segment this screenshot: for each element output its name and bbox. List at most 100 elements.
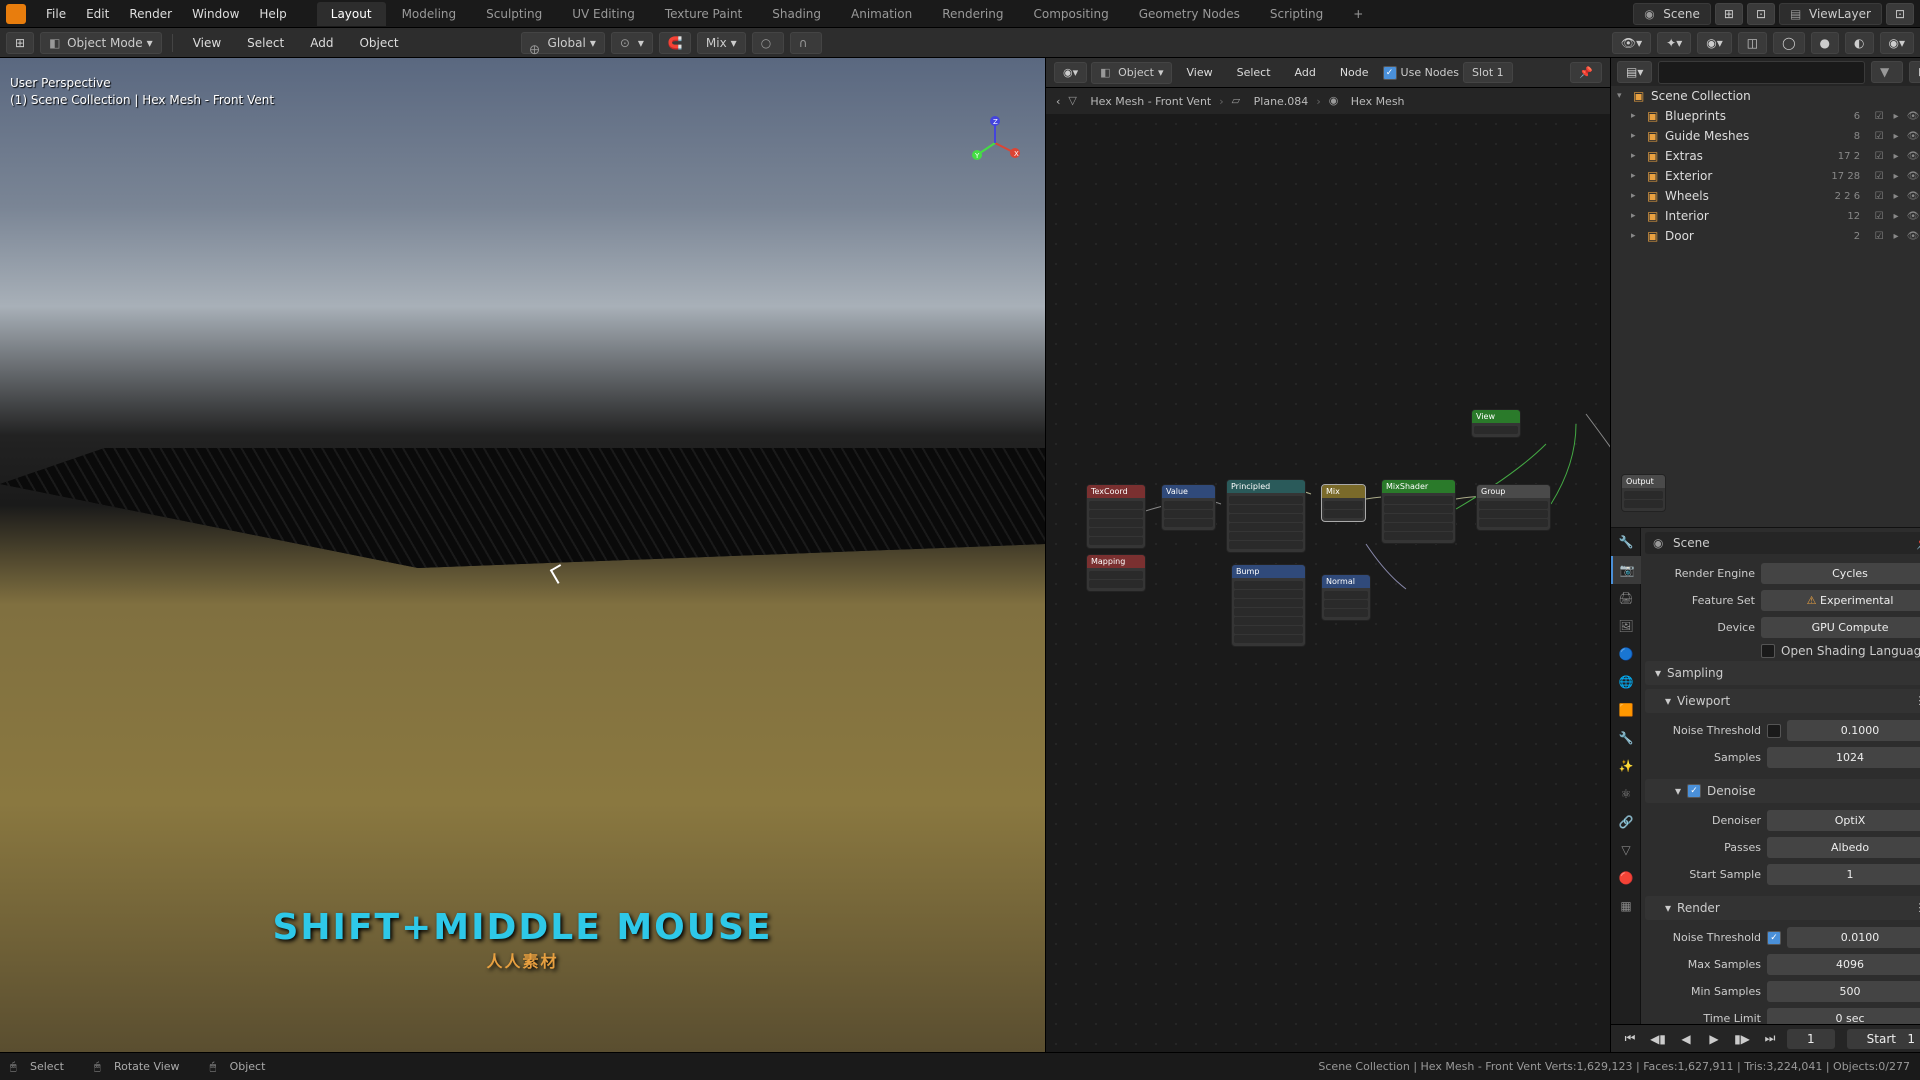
scene-selector[interactable]: ◉Scene [1633, 3, 1711, 25]
menu-help[interactable]: Help [249, 3, 296, 25]
visibility-icon[interactable]: 👁 [1906, 149, 1920, 163]
ptab-viewlayer[interactable]: 🖼 [1611, 612, 1641, 640]
outliner-item-wheels[interactable]: ▸ ▣ Wheels 2 2 6 ☑ ▸ 👁 📷 [1611, 186, 1920, 206]
node-pin-button[interactable]: 📌 [1570, 62, 1602, 83]
selectable-icon[interactable]: ▸ [1889, 129, 1903, 143]
shade-wire-button[interactable]: ◯ [1773, 32, 1804, 54]
pin-icon[interactable]: 📌 [1916, 536, 1920, 550]
selectable-icon[interactable]: ▸ [1889, 209, 1903, 223]
view-menu[interactable]: View [183, 32, 231, 54]
r-min-field[interactable]: 500 [1767, 981, 1920, 1002]
selectable-icon[interactable]: ▸ [1889, 169, 1903, 183]
viewport-section-header[interactable]: ▾Viewport☰ [1645, 689, 1920, 713]
node-mapping[interactable]: Mapping [1086, 554, 1146, 592]
keyframe-prev-button[interactable]: ◀▮ [1647, 1029, 1669, 1049]
passes-dropdown[interactable]: Albedo [1767, 837, 1920, 858]
visibility-icon[interactable]: 👁 [1906, 209, 1920, 223]
selectable-icon[interactable]: ▸ [1889, 109, 1903, 123]
breadcrumb-material[interactable]: Hex Mesh [1351, 95, 1405, 108]
menu-window[interactable]: Window [182, 3, 249, 25]
menu-render[interactable]: Render [119, 3, 182, 25]
exclude-checkbox[interactable]: ☑ [1872, 189, 1886, 203]
exclude-checkbox[interactable]: ☑ [1872, 149, 1886, 163]
keyframe-next-button[interactable]: ▮▶ [1731, 1029, 1753, 1049]
ptab-material[interactable]: 🔴 [1611, 864, 1641, 892]
node-view-menu[interactable]: View [1176, 62, 1222, 83]
node-group[interactable]: Group [1476, 484, 1551, 531]
ptab-world[interactable]: 🌐 [1611, 668, 1641, 696]
visibility-icon[interactable]: 👁 [1906, 169, 1920, 183]
ptab-output[interactable]: 🖨 [1611, 584, 1641, 612]
tab-shading[interactable]: Shading [758, 2, 835, 26]
visibility-icon[interactable]: 👁 [1906, 229, 1920, 243]
shade-solid-button[interactable]: ● [1811, 32, 1839, 54]
sampling-section-header[interactable]: ▾Sampling [1645, 661, 1920, 685]
tab-modeling[interactable]: Modeling [388, 2, 471, 26]
triangle-right-icon[interactable]: ▸ [1631, 191, 1643, 201]
node-editor[interactable]: ◉▾ ◧Object▾ View Select Add Node Use Nod… [1045, 58, 1610, 1052]
node-output-viewer[interactable]: View [1471, 409, 1521, 438]
node-mix-shader[interactable]: MixShader [1381, 479, 1456, 544]
triangle-right-icon[interactable]: ▸ [1631, 151, 1643, 161]
selectable-icon[interactable]: ▸ [1889, 229, 1903, 243]
object-menu[interactable]: Object [349, 32, 408, 54]
snap-element-button[interactable]: Mix▾ [697, 32, 746, 54]
node-canvas[interactable]: TexCoord Mapping Value Principled Bump M… [1046, 114, 1610, 1052]
triangle-right-icon[interactable]: ▸ [1631, 111, 1643, 121]
tab-scripting[interactable]: Scripting [1256, 2, 1337, 26]
shade-material-button[interactable]: ◐ [1845, 32, 1873, 54]
snap-button[interactable]: 🧲 [659, 32, 691, 54]
shade-rendered-button[interactable]: ◉▾ [1880, 32, 1915, 54]
node-material-output[interactable]: Output [1621, 474, 1666, 512]
osl-checkbox[interactable] [1761, 644, 1775, 658]
r-time-field[interactable]: 0 sec [1767, 1008, 1920, 1024]
play-reverse-button[interactable]: ◀ [1675, 1029, 1697, 1049]
tab-compositing[interactable]: Compositing [1019, 2, 1122, 26]
use-nodes-toggle[interactable]: Use Nodes [1383, 66, 1460, 80]
properties-content[interactable]: ◉ Scene 📌 Render EngineCycles Feature Se… [1641, 528, 1920, 1024]
viewport-3d[interactable]: User Perspective (1) Scene Collection | … [0, 58, 1045, 1052]
outliner-item-guide-meshes[interactable]: ▸ ▣ Guide Meshes 8 ☑ ▸ 👁 📷 [1611, 126, 1920, 146]
ptab-data[interactable]: ▽ [1611, 836, 1641, 864]
r-max-field[interactable]: 4096 [1767, 954, 1920, 975]
mode-selector[interactable]: ◧Object Mode▾ [40, 32, 162, 54]
xray-button[interactable]: ◫ [1738, 32, 1767, 54]
ptab-tool[interactable]: 🔧 [1611, 528, 1641, 556]
breadcrumb-mesh[interactable]: Plane.084 [1254, 95, 1309, 108]
gizmo-button[interactable]: ✦▾ [1657, 32, 1691, 54]
outliner-item-interior[interactable]: ▸ ▣ Interior 12 ☑ ▸ 👁 📷 [1611, 206, 1920, 226]
exclude-checkbox[interactable]: ☑ [1872, 209, 1886, 223]
tab-layout[interactable]: Layout [317, 2, 386, 26]
tab-texture-paint[interactable]: Texture Paint [651, 2, 756, 26]
tab-add[interactable]: + [1339, 2, 1377, 26]
tab-rendering[interactable]: Rendering [928, 2, 1017, 26]
jump-end-button[interactable]: ⏭ [1759, 1029, 1781, 1049]
pivot-button[interactable]: ⊙▾ [611, 32, 653, 54]
visibility-icon[interactable]: 👁 [1906, 129, 1920, 143]
ptab-particles[interactable]: ✨ [1611, 752, 1641, 780]
r-noise-checkbox[interactable] [1767, 931, 1781, 945]
ptab-object[interactable]: 🟧 [1611, 696, 1641, 724]
viewlayer-new-button[interactable]: ⊡ [1886, 3, 1914, 25]
outliner-type-button[interactable]: ▤▾ [1617, 61, 1652, 83]
outliner-item-extras[interactable]: ▸ ▣ Extras 17 2 ☑ ▸ 👁 📷 [1611, 146, 1920, 166]
ptab-render[interactable]: 📷 [1611, 556, 1641, 584]
exclude-checkbox[interactable]: ☑ [1872, 109, 1886, 123]
viewlayer-selector[interactable]: ▤ViewLayer [1779, 3, 1882, 25]
triangle-right-icon[interactable]: ▸ [1631, 211, 1643, 221]
ptab-scene[interactable]: 🔵 [1611, 640, 1641, 668]
outliner-search-input[interactable] [1658, 61, 1865, 84]
vp-noise-field[interactable]: 0.1000 [1787, 720, 1920, 741]
visibility-icon[interactable]: 👁 [1906, 109, 1920, 123]
ptab-constraint[interactable]: 🔗 [1611, 808, 1641, 836]
play-button[interactable]: ▶ [1703, 1029, 1725, 1049]
r-noise-field[interactable]: 0.0100 [1787, 927, 1920, 948]
menu-file[interactable]: File [36, 3, 76, 25]
use-nodes-checkbox[interactable] [1383, 66, 1397, 80]
node-texture-coord[interactable]: TexCoord [1086, 484, 1146, 549]
select-menu[interactable]: Select [237, 32, 294, 54]
outliner-new-button[interactable]: ⊡ [1909, 61, 1920, 83]
node-object-button[interactable]: ◧Object▾ [1091, 62, 1172, 84]
scene-browse-button[interactable]: ⊞ [1715, 3, 1743, 25]
denoise-section-header[interactable]: ▾Denoise [1645, 779, 1920, 803]
